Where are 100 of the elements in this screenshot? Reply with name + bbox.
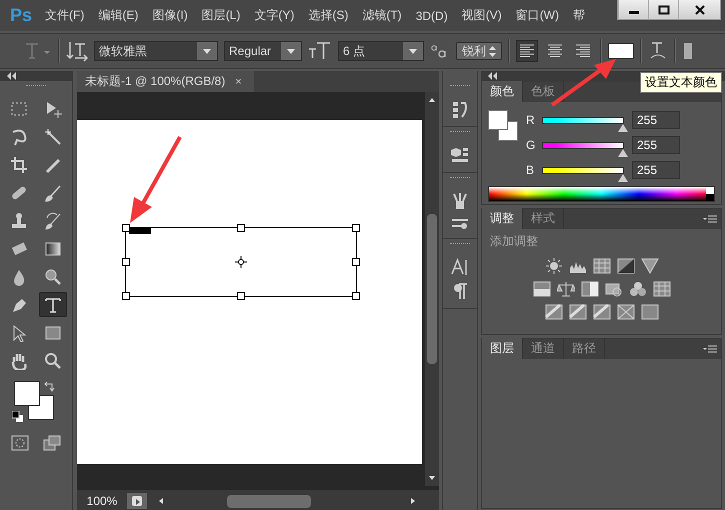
type-icon[interactable] [39, 292, 67, 317]
channel-value-field[interactable]: 255 [632, 136, 680, 154]
history-icon[interactable] [451, 100, 469, 118]
zoom-level[interactable]: 100% [77, 494, 127, 508]
antialias-select[interactable]: 锐利 [456, 42, 502, 60]
cross-square-icon[interactable] [616, 304, 634, 320]
panel-tab[interactable]: 通道 [523, 338, 564, 359]
panel-tab[interactable]: 图层 [482, 338, 523, 359]
color-spectrum[interactable] [488, 186, 715, 202]
camera-icon[interactable] [604, 281, 622, 297]
exposure-icon[interactable] [616, 258, 634, 274]
channel-value-field[interactable]: 255 [632, 161, 680, 179]
panel-tab[interactable]: 色板 [523, 81, 564, 102]
slider-thumb[interactable] [618, 174, 628, 182]
arrow-right-icon[interactable] [411, 498, 415, 504]
panel-menu-icon[interactable] [703, 345, 717, 354]
menu-item[interactable]: 文件(F) [38, 7, 92, 24]
default-colors-icon[interactable] [12, 411, 23, 422]
minimize-button[interactable] [618, 0, 648, 19]
grid-icon[interactable] [652, 281, 670, 297]
menu-item[interactable]: 视图(V) [454, 7, 509, 24]
menu-item[interactable]: 帮 [566, 7, 592, 24]
panel-tab[interactable]: 调整 [482, 208, 523, 229]
grip-handle[interactable] [450, 131, 470, 134]
grip-handle[interactable] [450, 85, 470, 88]
slider-thumb[interactable] [618, 148, 628, 156]
channel-label: B [526, 163, 536, 177]
document-tab[interactable]: 未标题-1 @ 100%(RGB/8) × [77, 71, 254, 92]
resize-handle[interactable] [122, 258, 130, 266]
gradient-square-icon[interactable] [640, 304, 658, 320]
menu-item[interactable]: 编辑(E) [91, 7, 146, 24]
character-icon[interactable] [451, 258, 469, 276]
close-button[interactable] [678, 0, 720, 19]
scale-icon[interactable] [556, 281, 574, 297]
split-square-icon[interactable] [580, 281, 598, 297]
resize-handle[interactable] [237, 224, 245, 232]
text-orientation-icon[interactable] [66, 40, 88, 62]
font-size-dropdown[interactable]: 6 点 [338, 41, 424, 61]
leaf-square-icon[interactable] [544, 304, 562, 320]
panel-tab[interactable]: 样式 [523, 208, 564, 229]
status-menu-icon[interactable] [127, 493, 147, 509]
maximize-button[interactable] [648, 0, 678, 19]
grip-handle[interactable] [450, 243, 470, 246]
wave-square-icon[interactable] [592, 304, 610, 320]
bars-icon[interactable] [532, 281, 550, 297]
resize-handle[interactable] [122, 292, 130, 300]
panel-tab[interactable]: 颜色 [482, 81, 523, 102]
quick-mask-icon[interactable] [11, 435, 29, 451]
collapse-icon[interactable] [6, 72, 16, 80]
font-size-icon [308, 40, 332, 62]
channel-value-field[interactable]: 255 [632, 111, 680, 129]
align-left-icon[interactable] [516, 40, 538, 62]
caret-icon [409, 48, 417, 54]
menu-item[interactable]: 3D(D) [408, 8, 455, 22]
sun-icon[interactable] [544, 258, 562, 274]
resize-handle[interactable] [122, 224, 130, 232]
vertical-scrollbar[interactable] [425, 92, 439, 486]
panel-menu-icon[interactable] [703, 215, 717, 224]
swap-arrow-icon[interactable] [43, 381, 55, 393]
resize-handle[interactable] [237, 292, 245, 300]
screen-mode-icon[interactable] [43, 435, 61, 451]
panel-icon[interactable] [682, 40, 692, 62]
stripes-icon[interactable] [568, 304, 586, 320]
brush-preset-icon[interactable] [451, 216, 469, 230]
font-family-dropdown[interactable]: 微软雅黑 [94, 41, 218, 61]
caret-icon [203, 48, 211, 54]
resize-handle[interactable] [352, 292, 360, 300]
slider-thumb[interactable] [618, 124, 628, 132]
arrow-up-icon[interactable] [429, 98, 435, 102]
scroll-thumb[interactable] [227, 494, 311, 508]
color-swatches-icon[interactable] [488, 110, 520, 142]
menu-item[interactable]: 滤镜(T) [355, 7, 409, 24]
text-bounding-box[interactable] [125, 227, 357, 297]
grip-handle[interactable] [450, 177, 470, 180]
menu-item[interactable]: 选择(S) [301, 7, 356, 24]
paragraph-icon[interactable] [451, 282, 469, 300]
arrow-left-icon[interactable] [159, 498, 163, 504]
minimize-icon [628, 11, 638, 14]
resize-handle[interactable] [352, 224, 360, 232]
resize-handle[interactable] [352, 258, 360, 266]
stepper-icon [489, 46, 496, 56]
arrow-down-icon[interactable] [429, 476, 435, 480]
menu-item[interactable]: 窗口(W) [508, 7, 566, 24]
circles-icon[interactable] [628, 281, 646, 297]
menu-item[interactable]: 图层(L) [194, 7, 248, 24]
panel-tab[interactable]: 路径 [564, 338, 605, 359]
color-swatches-icon[interactable] [14, 381, 56, 421]
brush-pot-icon[interactable] [451, 192, 469, 210]
menu-item[interactable]: 图像(I) [145, 7, 195, 24]
triangle-icon[interactable] [640, 258, 658, 274]
cube-icon[interactable] [451, 146, 469, 164]
scroll-thumb[interactable] [427, 214, 437, 364]
collapse-bar[interactable] [0, 71, 72, 81]
font-style-dropdown[interactable]: Regular [224, 41, 302, 61]
text-color-swatch[interactable] [608, 43, 634, 59]
crosshair-icon [235, 256, 247, 268]
menu-item[interactable]: 文字(Y) [247, 7, 302, 24]
grip-handle[interactable] [26, 85, 46, 88]
curves-icon[interactable] [592, 258, 610, 274]
panel-heading: 添加调整 [489, 233, 539, 250]
